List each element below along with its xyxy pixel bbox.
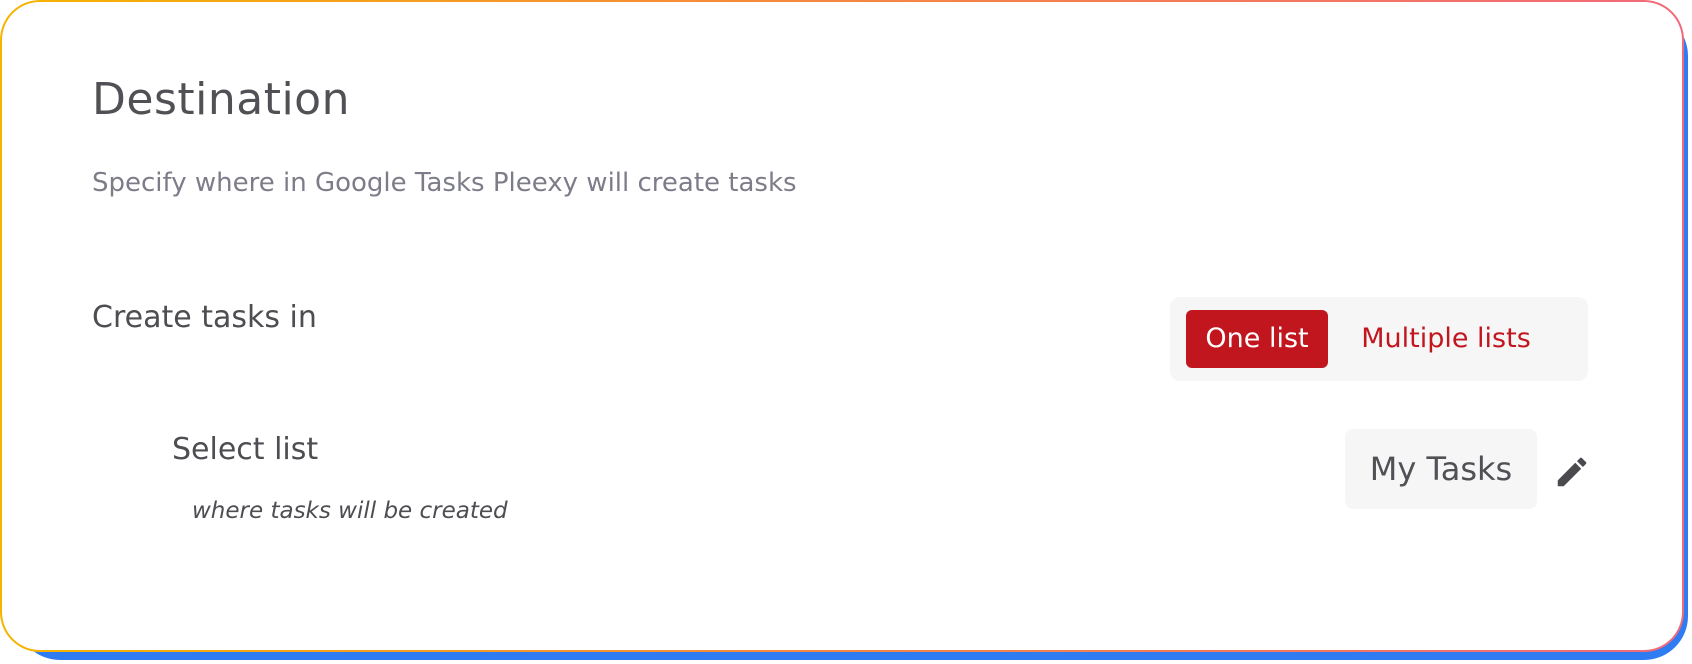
card-frame: Destination Specify where in Google Task… [0,0,1684,652]
select-list-hint: where tasks will be created [192,498,508,524]
pencil-icon[interactable] [1553,453,1591,491]
one-list-button[interactable]: One list [1186,310,1328,368]
list-mode-toggle: One list Multiple lists [1170,297,1588,381]
card-title: Destination [92,74,350,125]
multiple-lists-button[interactable]: Multiple lists [1346,310,1546,368]
card-subtitle: Specify where in Google Tasks Pleexy wil… [92,168,797,198]
selected-list-value[interactable]: My Tasks [1345,429,1537,509]
select-list-label: Select list [172,432,319,467]
destination-card: Destination Specify where in Google Task… [2,2,1682,650]
create-tasks-label: Create tasks in [92,300,317,335]
